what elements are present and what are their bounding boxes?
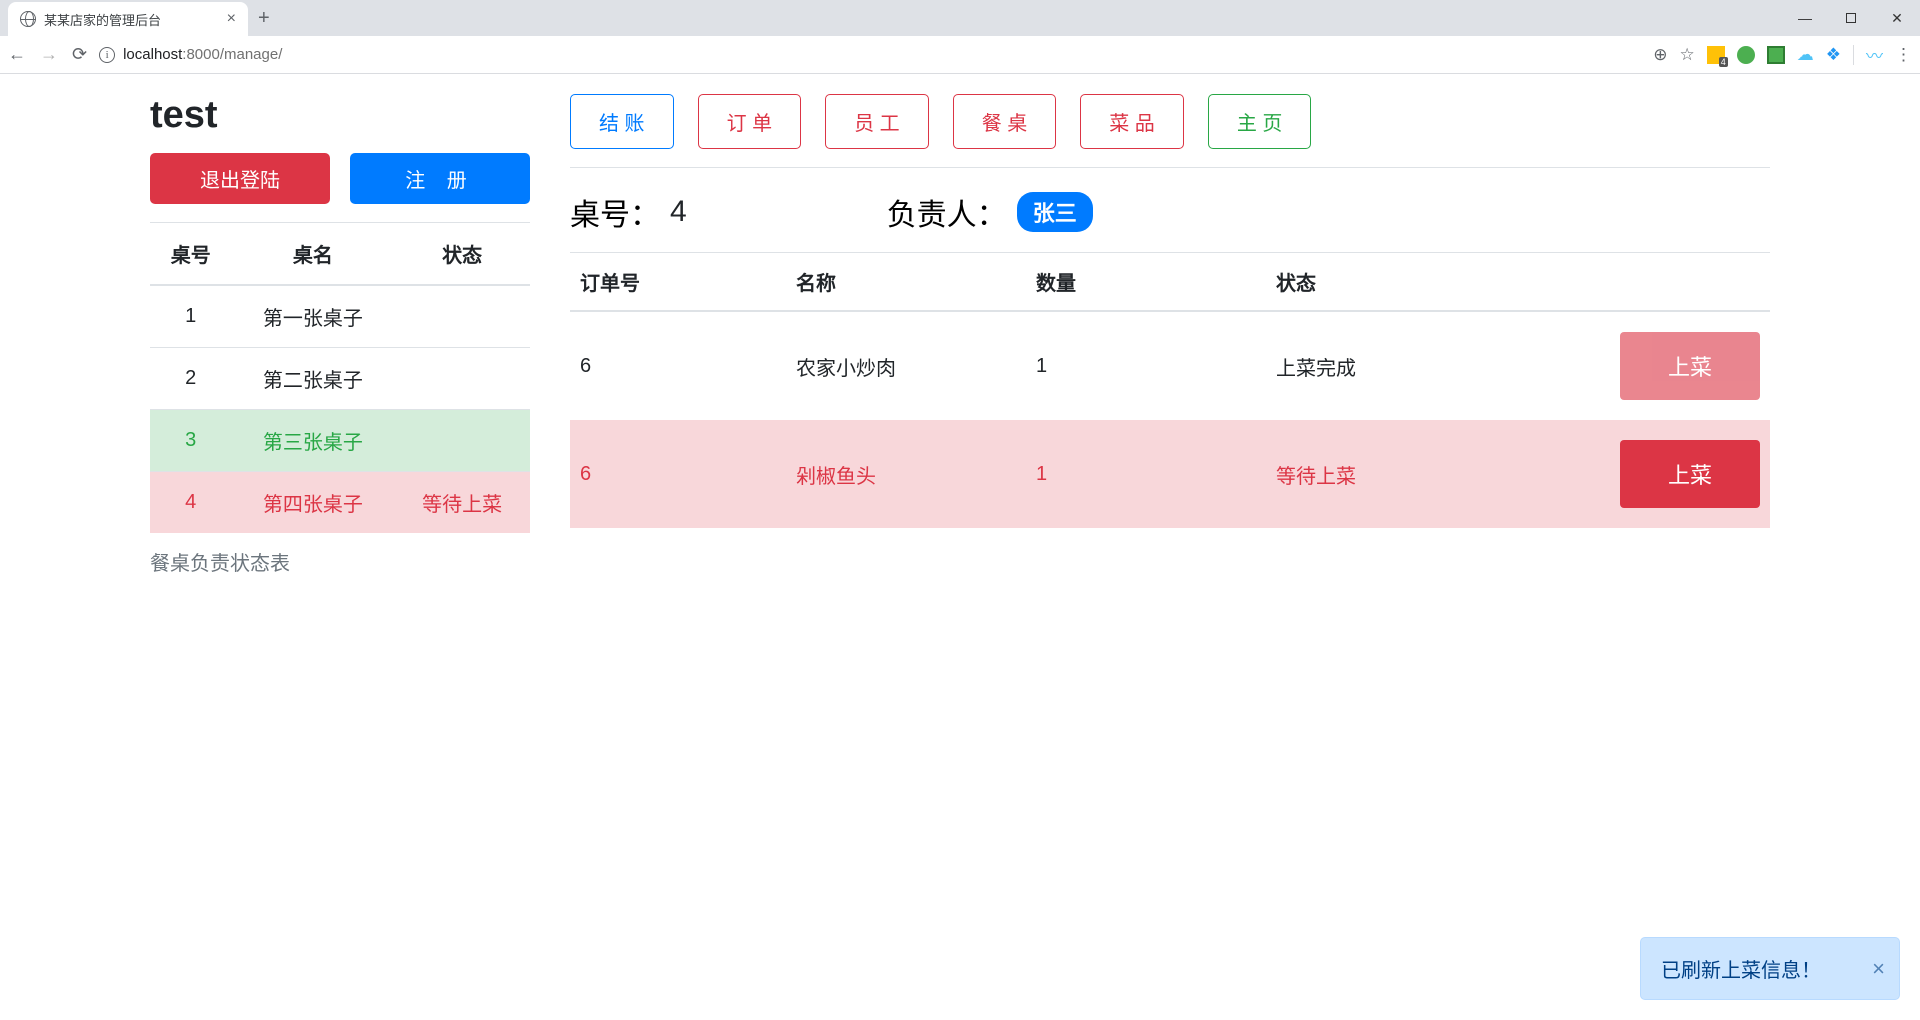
tab-strip: 某某店家的管理后台 × + — ✕ [0, 0, 1920, 36]
table-no-value: 4 [670, 195, 687, 229]
url-path: :8000/manage/ [182, 46, 282, 63]
extension-wave-icon[interactable]: 〰 [1866, 42, 1883, 67]
serve-button[interactable]: 上菜 [1620, 332, 1760, 400]
col-table-name: 桌名 [231, 223, 394, 286]
address-bar[interactable]: i localhost:8000/manage/ [99, 46, 1641, 63]
col-table-status: 状态 [394, 223, 530, 286]
page-title: test [150, 94, 530, 137]
tab-title: 某某店家的管理后台 [44, 10, 219, 29]
extension-evernote-icon[interactable] [1737, 46, 1755, 64]
orders-table: 订单号 名称 数量 状态 6 农家小炒肉 1 上菜完成 上菜 6 剁椒鱼头 1 [570, 252, 1770, 528]
col-qty: 数量 [1026, 253, 1266, 312]
minimize-button[interactable]: — [1782, 2, 1828, 34]
sidebar: test 退出登陆 注 册 桌号 桌名 状态 1 第一张桌子 2 第二张桌子 [150, 94, 530, 590]
table-row[interactable]: 3 第三张桌子 [150, 410, 530, 472]
detail-header: 桌号： 4 负责人： 张三 [570, 168, 1770, 242]
table-row[interactable]: 4 第四张桌子 等待上菜 [150, 472, 530, 534]
bookmark-icon[interactable]: ☆ [1680, 45, 1695, 65]
extension-notes-icon[interactable] [1707, 46, 1725, 64]
globe-icon [20, 11, 36, 27]
owner-label: 负责人： [887, 190, 1007, 234]
order-row: 6 剁椒鱼头 1 等待上菜 上菜 [570, 420, 1770, 528]
serve-button[interactable]: 上菜 [1620, 440, 1760, 508]
register-button[interactable]: 注 册 [350, 153, 530, 204]
tab-home[interactable]: 主 页 [1208, 94, 1312, 149]
main-panel: 结 账 订 单 员 工 餐 桌 菜 品 主 页 桌号： 4 负责人： 张三 订单… [570, 94, 1770, 590]
browser-menu-icon[interactable]: ⋮ [1895, 45, 1912, 65]
toolbar-divider [1853, 45, 1854, 65]
tab-orders[interactable]: 订 单 [698, 94, 802, 149]
page-content: test 退出登陆 注 册 桌号 桌名 状态 1 第一张桌子 2 第二张桌子 [0, 74, 1920, 610]
url-host: localhost [123, 46, 182, 63]
browser-chrome: 某某店家的管理后台 × + — ✕ ← → ⟳ i localhost:8000… [0, 0, 1920, 74]
owner-badge: 张三 [1017, 192, 1093, 232]
toast-close-icon[interactable]: × [1872, 956, 1885, 982]
close-window-button[interactable]: ✕ [1874, 2, 1920, 34]
col-order-no: 订单号 [570, 253, 786, 312]
table-no-label: 桌号： [570, 190, 660, 234]
extension-green-icon[interactable] [1767, 46, 1785, 64]
maximize-button[interactable] [1828, 2, 1874, 34]
zoom-icon[interactable]: ⊕ [1653, 45, 1667, 65]
browser-tab[interactable]: 某某店家的管理后台 × [8, 2, 248, 36]
forward-button[interactable]: → [40, 44, 58, 65]
browser-toolbar: ← → ⟳ i localhost:8000/manage/ ⊕ ☆ ☁ ❖ 〰… [0, 36, 1920, 74]
tab-dishes[interactable]: 菜 品 [1080, 94, 1184, 149]
back-button[interactable]: ← [8, 44, 26, 65]
table-row[interactable]: 1 第一张桌子 [150, 285, 530, 348]
toast-text: 已刷新上菜信息！ [1661, 960, 1821, 982]
window-controls: — ✕ [1782, 2, 1920, 34]
site-info-icon[interactable]: i [99, 47, 115, 63]
new-tab-button[interactable]: + [258, 7, 270, 30]
extension-cloud-icon[interactable]: ☁ [1797, 45, 1814, 65]
table-caption: 餐桌负责状态表 [150, 533, 530, 590]
col-table-no: 桌号 [150, 223, 231, 286]
order-row: 6 农家小炒肉 1 上菜完成 上菜 [570, 311, 1770, 420]
toast-notification: 已刷新上菜信息！ × [1640, 937, 1900, 1000]
nav-tabs: 结 账 订 单 员 工 餐 桌 菜 品 主 页 [570, 94, 1770, 168]
tab-checkout[interactable]: 结 账 [570, 94, 674, 149]
tab-tables[interactable]: 餐 桌 [953, 94, 1057, 149]
tab-staff[interactable]: 员 工 [825, 94, 929, 149]
logout-button[interactable]: 退出登陆 [150, 153, 330, 204]
tab-close-icon[interactable]: × [227, 10, 236, 28]
col-dish-name: 名称 [786, 253, 1026, 312]
reload-button[interactable]: ⟳ [72, 44, 87, 65]
extension-bookmark-icon[interactable]: ❖ [1826, 45, 1841, 65]
col-status: 状态 [1266, 253, 1530, 312]
tables-list: 桌号 桌名 状态 1 第一张桌子 2 第二张桌子 3 第三张桌子 [150, 222, 530, 533]
table-row[interactable]: 2 第二张桌子 [150, 348, 530, 410]
